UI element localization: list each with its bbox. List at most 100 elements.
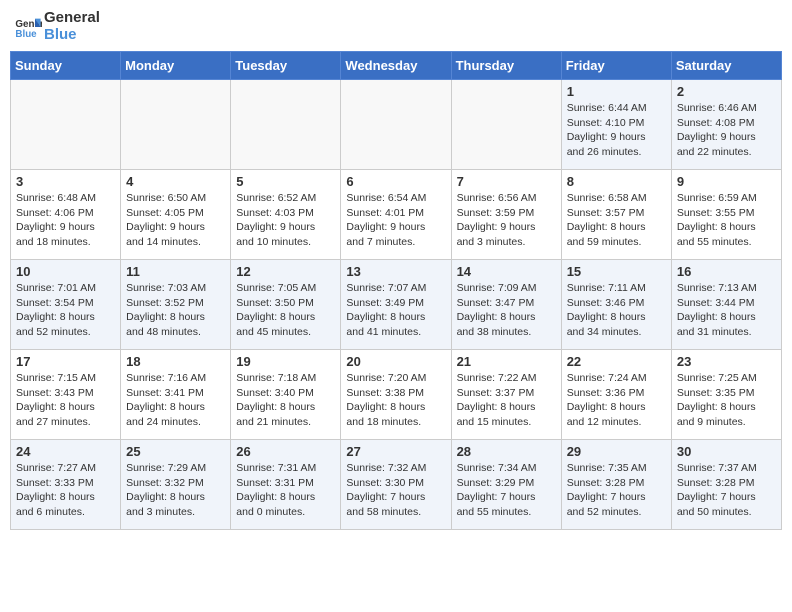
day-number: 10: [16, 264, 115, 279]
calendar-cell: 6 Sunrise: 6:54 AMSunset: 4:01 PMDaylight…: [341, 170, 451, 260]
day-number: 26: [236, 444, 335, 459]
calendar-cell: 14 Sunrise: 7:09 AMSunset: 3:47 PMDayligh…: [451, 260, 561, 350]
calendar-cell: 20 Sunrise: 7:20 AMSunset: 3:38 PMDayligh…: [341, 350, 451, 440]
calendar-cell: 11 Sunrise: 7:03 AMSunset: 3:52 PMDayligh…: [121, 260, 231, 350]
weekday-header-monday: Monday: [121, 52, 231, 80]
day-info: Sunrise: 7:27 AMSunset: 3:33 PMDaylight:…: [16, 461, 115, 520]
day-number: 30: [677, 444, 776, 459]
day-info: Sunrise: 7:15 AMSunset: 3:43 PMDaylight:…: [16, 371, 115, 430]
day-number: 29: [567, 444, 666, 459]
day-number: 5: [236, 174, 335, 189]
day-number: 15: [567, 264, 666, 279]
calendar-cell: 15 Sunrise: 7:11 AMSunset: 3:46 PMDayligh…: [561, 260, 671, 350]
day-number: 9: [677, 174, 776, 189]
calendar-week-1: 1 Sunrise: 6:44 AMSunset: 4:10 PMDaylight…: [11, 80, 782, 170]
day-info: Sunrise: 7:29 AMSunset: 3:32 PMDaylight:…: [126, 461, 225, 520]
day-info: Sunrise: 7:25 AMSunset: 3:35 PMDaylight:…: [677, 371, 776, 430]
calendar-cell: 13Sunrise: 7:07 AMSunset: 3:49 PMDayligh…: [341, 260, 451, 350]
day-info: Sunrise: 6:56 AMSunset: 3:59 PMDaylight:…: [457, 191, 556, 250]
weekday-header-wednesday: Wednesday: [341, 52, 451, 80]
calendar-cell: 29 Sunrise: 7:35 AMSunset: 3:28 PMDayligh…: [561, 440, 671, 530]
day-number: 12: [236, 264, 335, 279]
day-info: Sunrise: 7:01 AMSunset: 3:54 PMDaylight:…: [16, 281, 115, 340]
weekday-header-friday: Friday: [561, 52, 671, 80]
day-number: 20: [346, 354, 445, 369]
day-number: 27: [346, 444, 445, 459]
day-info: Sunrise: 6:50 AMSunset: 4:05 PMDaylight:…: [126, 191, 225, 250]
calendar-cell: 18 Sunrise: 7:16 AMSunset: 3:41 PMDayligh…: [121, 350, 231, 440]
weekday-header-tuesday: Tuesday: [231, 52, 341, 80]
day-number: 13: [346, 264, 445, 279]
calendar-cell: 23Sunrise: 7:25 AMSunset: 3:35 PMDayligh…: [671, 350, 781, 440]
calendar-cell: 30 Sunrise: 7:37 AMSunset: 3:28 PMDayligh…: [671, 440, 781, 530]
calendar-cell: 19 Sunrise: 7:18 AMSunset: 3:40 PMDayligh…: [231, 350, 341, 440]
calendar-cell: [11, 80, 121, 170]
calendar-cell: [231, 80, 341, 170]
logo: General Blue General Blue: [14, 10, 100, 43]
calendar-cell: [121, 80, 231, 170]
day-info: Sunrise: 7:18 AMSunset: 3:40 PMDaylight:…: [236, 371, 335, 430]
day-number: 19: [236, 354, 335, 369]
day-number: 22: [567, 354, 666, 369]
day-info: Sunrise: 7:24 AMSunset: 3:36 PMDaylight:…: [567, 371, 666, 430]
day-info: Sunrise: 7:03 AMSunset: 3:52 PMDaylight:…: [126, 281, 225, 340]
calendar-cell: 10 Sunrise: 7:01 AMSunset: 3:54 PMDayligh…: [11, 260, 121, 350]
calendar-cell: 4 Sunrise: 6:50 AMSunset: 4:05 PMDaylight…: [121, 170, 231, 260]
logo-icon: General Blue: [14, 13, 42, 41]
day-info: Sunrise: 6:44 AMSunset: 4:10 PMDaylight:…: [567, 101, 666, 160]
day-info: Sunrise: 7:37 AMSunset: 3:28 PMDaylight:…: [677, 461, 776, 520]
day-number: 14: [457, 264, 556, 279]
svg-text:Blue: Blue: [15, 28, 37, 39]
calendar-cell: 27 Sunrise: 7:32 AMSunset: 3:30 PMDayligh…: [341, 440, 451, 530]
calendar-body: 1 Sunrise: 6:44 AMSunset: 4:10 PMDaylight…: [11, 80, 782, 530]
calendar-week-3: 10 Sunrise: 7:01 AMSunset: 3:54 PMDayligh…: [11, 260, 782, 350]
logo-text-general: General: [44, 10, 100, 27]
day-number: 18: [126, 354, 225, 369]
day-number: 24: [16, 444, 115, 459]
calendar-cell: 12 Sunrise: 7:05 AMSunset: 3:50 PMDayligh…: [231, 260, 341, 350]
calendar-table: SundayMondayTuesdayWednesdayThursdayFrid…: [10, 51, 782, 530]
day-number: 11: [126, 264, 225, 279]
day-info: Sunrise: 7:31 AMSunset: 3:31 PMDaylight:…: [236, 461, 335, 520]
day-info: Sunrise: 7:16 AMSunset: 3:41 PMDaylight:…: [126, 371, 225, 430]
day-number: 1: [567, 84, 666, 99]
day-number: 2: [677, 84, 776, 99]
day-info: Sunrise: 7:20 AMSunset: 3:38 PMDaylight:…: [346, 371, 445, 430]
calendar-cell: 3Sunrise: 6:48 AMSunset: 4:06 PMDaylight…: [11, 170, 121, 260]
day-number: 21: [457, 354, 556, 369]
calendar-week-2: 3Sunrise: 6:48 AMSunset: 4:06 PMDaylight…: [11, 170, 782, 260]
day-number: 16: [677, 264, 776, 279]
calendar-cell: [341, 80, 451, 170]
day-number: 7: [457, 174, 556, 189]
day-info: Sunrise: 6:54 AMSunset: 4:01 PMDaylight:…: [346, 191, 445, 250]
day-info: Sunrise: 6:48 AMSunset: 4:06 PMDaylight:…: [16, 191, 115, 250]
calendar-cell: 16 Sunrise: 7:13 AMSunset: 3:44 PMDayligh…: [671, 260, 781, 350]
day-info: Sunrise: 6:58 AMSunset: 3:57 PMDaylight:…: [567, 191, 666, 250]
calendar-week-4: 17 Sunrise: 7:15 AMSunset: 3:43 PMDayligh…: [11, 350, 782, 440]
day-number: 6: [346, 174, 445, 189]
day-info: Sunrise: 7:11 AMSunset: 3:46 PMDaylight:…: [567, 281, 666, 340]
day-info: Sunrise: 7:35 AMSunset: 3:28 PMDaylight:…: [567, 461, 666, 520]
day-info: Sunrise: 7:09 AMSunset: 3:47 PMDaylight:…: [457, 281, 556, 340]
calendar-cell: 1 Sunrise: 6:44 AMSunset: 4:10 PMDaylight…: [561, 80, 671, 170]
day-info: Sunrise: 7:34 AMSunset: 3:29 PMDaylight:…: [457, 461, 556, 520]
calendar-cell: 5 Sunrise: 6:52 AMSunset: 4:03 PMDaylight…: [231, 170, 341, 260]
logo-text-blue: Blue: [44, 27, 100, 44]
calendar-cell: 21Sunrise: 7:22 AMSunset: 3:37 PMDayligh…: [451, 350, 561, 440]
calendar-cell: 28 Sunrise: 7:34 AMSunset: 3:29 PMDayligh…: [451, 440, 561, 530]
calendar-cell: 22 Sunrise: 7:24 AMSunset: 3:36 PMDayligh…: [561, 350, 671, 440]
day-number: 28: [457, 444, 556, 459]
day-number: 25: [126, 444, 225, 459]
day-info: Sunrise: 7:32 AMSunset: 3:30 PMDaylight:…: [346, 461, 445, 520]
calendar-cell: 17 Sunrise: 7:15 AMSunset: 3:43 PMDayligh…: [11, 350, 121, 440]
day-info: Sunrise: 6:52 AMSunset: 4:03 PMDaylight:…: [236, 191, 335, 250]
day-number: 4: [126, 174, 225, 189]
weekday-header-sunday: Sunday: [11, 52, 121, 80]
calendar-cell: 25 Sunrise: 7:29 AMSunset: 3:32 PMDayligh…: [121, 440, 231, 530]
day-info: Sunrise: 7:05 AMSunset: 3:50 PMDaylight:…: [236, 281, 335, 340]
day-number: 17: [16, 354, 115, 369]
calendar-cell: 2Sunrise: 6:46 AMSunset: 4:08 PMDaylight…: [671, 80, 781, 170]
day-info: Sunrise: 7:13 AMSunset: 3:44 PMDaylight:…: [677, 281, 776, 340]
weekday-header-saturday: Saturday: [671, 52, 781, 80]
calendar-cell: 8Sunrise: 6:58 AMSunset: 3:57 PMDaylight…: [561, 170, 671, 260]
